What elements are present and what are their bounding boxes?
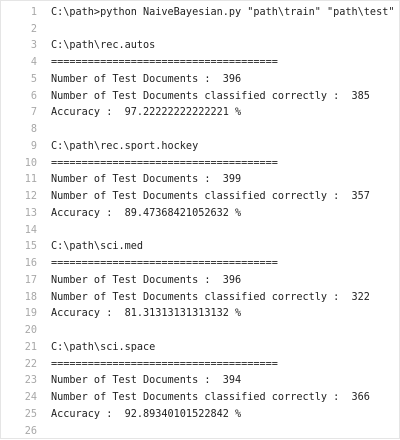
line-number: 7: [30, 107, 37, 119]
line-text: Number of Test Documents classified corr…: [51, 90, 370, 102]
line-number: 21: [24, 341, 37, 353]
line-text: C:\path\rec.autos: [51, 40, 156, 52]
line-number: 16: [24, 258, 37, 270]
line-text: Number of Test Documents : 396: [51, 73, 242, 85]
line-number: 20: [24, 325, 37, 337]
line-number: 15: [24, 241, 37, 253]
code-line: 18 Number of Test Documents classified co…: [1, 289, 399, 306]
line-number: 13: [24, 207, 37, 219]
code-line: 10 =====================================: [1, 155, 399, 172]
line-number: 8: [30, 124, 37, 136]
line-number: 19: [24, 308, 37, 320]
line-number: 6: [30, 90, 37, 102]
line-text: Accuracy : 97.22222222222221 %: [51, 107, 242, 119]
code-line: 7 Accuracy : 97.22222222222221 %: [1, 105, 399, 122]
line-number: 2: [30, 23, 37, 35]
code-line: 26: [1, 423, 399, 440]
line-text: Accuracy : 92.89340101522842 %: [51, 408, 242, 420]
code-line: 14: [1, 222, 399, 239]
line-number: 26: [24, 425, 37, 437]
line-number: 5: [30, 73, 37, 85]
line-text: C:\path\sci.space: [51, 341, 156, 353]
code-line: 21 C:\path\sci.space: [1, 339, 399, 356]
line-number: 11: [24, 174, 37, 186]
line-number: 1: [30, 6, 37, 18]
line-text: Number of Test Documents : 399: [51, 174, 242, 186]
line-text: Number of Test Documents classified corr…: [51, 392, 370, 404]
line-text: C:\path>python NaiveBayesian.py "path\tr…: [51, 6, 395, 18]
code-viewer: 1 C:\path>python NaiveBayesian.py "path\t…: [0, 0, 400, 439]
line-text: Number of Test Documents classified corr…: [51, 191, 370, 203]
line-number: 12: [24, 191, 37, 203]
line-text: Number of Test Documents classified corr…: [51, 291, 370, 303]
code-line: 1 C:\path>python NaiveBayesian.py "path\t…: [1, 4, 399, 21]
line-text: =====================================: [51, 157, 278, 169]
code-line: 2: [1, 21, 399, 38]
code-line: 6 Number of Test Documents classified cor…: [1, 88, 399, 105]
line-text: Accuracy : 81.31313131313132 %: [51, 308, 242, 320]
code-line: 16 =====================================: [1, 255, 399, 272]
code-line: 3 C:\path\rec.autos: [1, 38, 399, 55]
line-number: 10: [24, 157, 37, 169]
line-number: 4: [30, 57, 37, 69]
code-line: 13 Accuracy : 89.47368421052632 %: [1, 205, 399, 222]
line-text: =====================================: [51, 57, 278, 69]
line-text: Number of Test Documents : 396: [51, 274, 242, 286]
code-line: 17 Number of Test Documents : 396: [1, 272, 399, 289]
code-line: 5 Number of Test Documents : 396: [1, 71, 399, 88]
line-text: C:\path\sci.med: [51, 241, 144, 253]
line-number: 25: [24, 408, 37, 420]
code-line: 12 Number of Test Documents classified co…: [1, 188, 399, 205]
code-line: 8: [1, 121, 399, 138]
code-line: 9 C:\path\rec.sport.hockey: [1, 138, 399, 155]
code-line: 20: [1, 322, 399, 339]
line-text: C:\path\rec.sport.hockey: [51, 140, 199, 152]
line-text: Accuracy : 89.47368421052632 %: [51, 207, 242, 219]
code-line: 24 Number of Test Documents classified co…: [1, 389, 399, 406]
code-line: 15 C:\path\sci.med: [1, 239, 399, 256]
line-text: =====================================: [51, 358, 278, 370]
line-text: Number of Test Documents : 394: [51, 375, 242, 387]
code-line: 19 Accuracy : 81.31313131313132 %: [1, 306, 399, 323]
code-line: 22 =====================================: [1, 356, 399, 373]
line-number: 9: [30, 140, 37, 152]
line-number: 23: [24, 375, 37, 387]
code-line: 23 Number of Test Documents : 394: [1, 373, 399, 390]
line-number: 24: [24, 392, 37, 404]
line-number: 17: [24, 274, 37, 286]
line-number: 14: [24, 224, 37, 236]
code-line: 11 Number of Test Documents : 399: [1, 172, 399, 189]
line-number: 22: [24, 358, 37, 370]
code-line: 4 =====================================: [1, 54, 399, 71]
code-line: 25 Accuracy : 92.89340101522842 %: [1, 406, 399, 423]
line-number: 18: [24, 291, 37, 303]
line-text: =====================================: [51, 258, 278, 270]
line-number: 3: [30, 40, 37, 52]
